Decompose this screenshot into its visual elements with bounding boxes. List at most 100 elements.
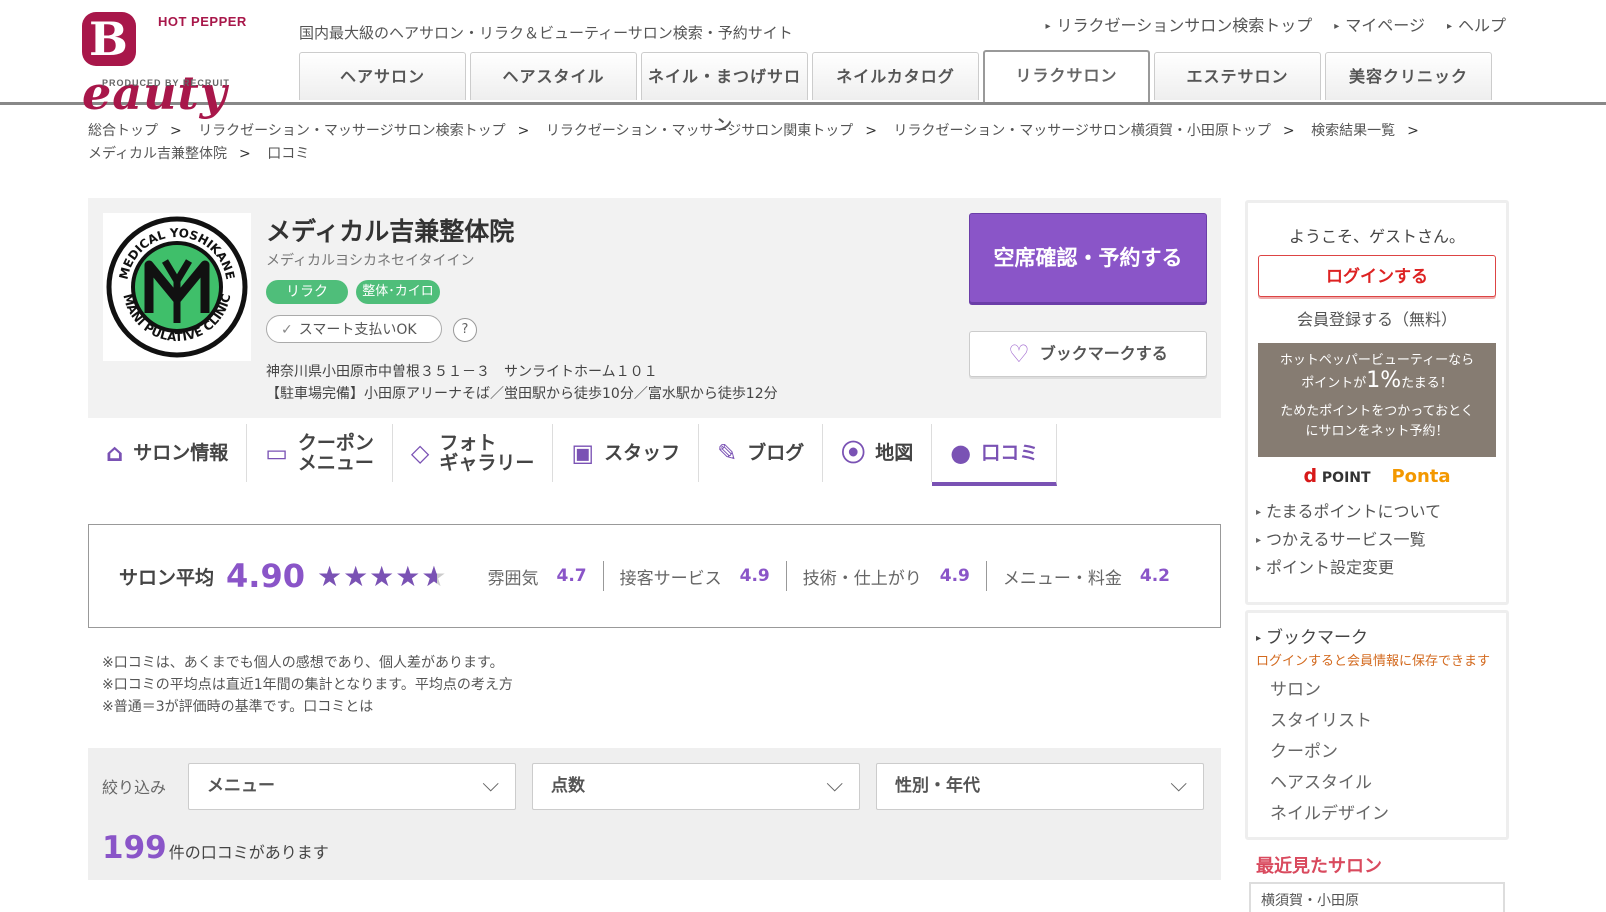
bookmark-item[interactable]: ヘアスタイル [1270,768,1389,799]
pencil-icon: ✎ [717,439,738,467]
star-icon: ★★★★ [316,559,422,593]
subnav-blog[interactable]: ✎ ブログ [699,424,824,482]
point-logos: d POINT Ponta [1303,465,1451,487]
bookmark-item[interactable]: サロン [1270,675,1389,706]
filter-label: 絞り込み [102,778,167,797]
nav-tab-hair-salon[interactable]: ヘアサロン [299,52,466,100]
smart-pay-badge: ✓ スマート支払いOK [266,315,442,343]
bookmark-item[interactable]: ネイルデザイン [1270,799,1389,830]
point-links: たまるポイントについて つかえるサービス一覧 ポイント設定変更 [1256,498,1441,582]
salon-name: メディカル吉兼整体院 [266,217,515,246]
bookmark-item[interactable]: スタイリスト [1270,706,1389,737]
salon-subnav: ⌂ サロン情報 ▭ クーポン メニュー ◇ フォト ギャラリー ▣ スタッフ ✎ ブログ … [88,424,1058,486]
subnav-coupon-menu[interactable]: ▭ クーポン メニュー [247,424,393,482]
crumb-current: 口コミ [267,146,310,162]
photo-icon: ◇ [410,439,430,467]
crumb-link[interactable]: リラクゼーション・マッサージサロン関東トップ [546,123,853,139]
nav-tab-hair-style[interactable]: ヘアスタイル [470,52,637,100]
recent-salons-title: 最近見たサロン [1256,856,1382,877]
bookmark-item[interactable]: クーポン [1270,737,1389,768]
subnav-photo-gallery[interactable]: ◇ フォト ギャラリー [393,424,554,482]
crumb-link[interactable]: リラクゼーション・マッサージサロン横須賀・小田原トップ [893,123,1270,139]
salon-logo: MEDICAL YOSHIKANE MANI PULATIVE CLINIC [103,213,251,361]
main-nav: ヘアサロン ヘアスタイル ネイル・まつげサロン ネイルカタログ リラクサロン エ… [299,50,1492,134]
logo-top-text: HOT PEPPER [158,14,247,29]
site-tagline: 国内最大級のヘアサロン・リラク＆ビューティーサロン検索・予約サイト [299,24,793,42]
rating-service: 接客サービス 4.9 [602,561,786,591]
salon-address: 神奈川県小田原市中曽根３５１－３ サンライトホーム１０１ [266,364,658,380]
chevron-down-icon: ⌵ [826,772,843,797]
subnav-reviews[interactable]: ● 口コミ [932,424,1058,486]
nav-tab-beauty-clinic[interactable]: 美容クリニック [1325,52,1492,100]
top-links: リラクゼーションサロン検索トップ マイページ ヘルプ [1046,12,1506,36]
point-link[interactable]: つかえるサービス一覧 [1256,526,1441,554]
review-count-number: 199 [102,830,167,866]
nav-tab-nail-catalog[interactable]: ネイルカタログ [812,52,979,100]
subnav-map[interactable]: ⦿ 地図 [823,424,933,482]
link-help[interactable]: ヘルプ [1447,12,1506,36]
sidebar-login-box: ようこそ、ゲストさん。 ログインする 会員登録する（無料） ホットペッパービュー… [1245,200,1509,605]
rating-stars: ★★★★★ ★ [317,560,448,593]
register-link[interactable]: 会員登録する（無料） [1248,306,1506,330]
bookmark-button[interactable]: ♡ ブックマークする [969,331,1207,377]
crumb-link[interactable]: メディカル吉兼整体院 [88,146,227,162]
salon-header: MEDICAL YOSHIKANE MANI PULATIVE CLINIC メ… [88,198,1221,418]
filter-score-select[interactable]: 点数 ⌵ [532,763,860,810]
crumb-link[interactable]: 検索結果一覧 [1311,123,1395,139]
point-banner[interactable]: ホットペッパービューティーなら ポイントが1%たまる！ ためたポイントをつかって… [1258,343,1496,457]
tag-seitai-chiro: 整体･カイロ [356,280,440,304]
check-icon: ✓ [281,322,293,338]
review-count: 199 件の口コミがあります [102,830,329,866]
salon-kana: メディカルヨシカネセイタイイン [266,253,475,269]
star-half-icon: ★ ★ [421,559,448,593]
review-filter: 絞り込み メニュー ⌵ 点数 ⌵ 性別・年代 ⌵ 199 件の口コミがあります [88,748,1221,880]
chevron-down-icon: ⌵ [1170,772,1187,797]
logo-produced-text: PRODUCED BY RECRUIT [102,78,230,88]
coupon-icon: ▭ [265,439,288,467]
salon-access: 【駐車場完備】小田原アリーナそば／蛍田駅から徒歩10分／富水駅から徒歩12分 [266,386,778,402]
ponta-logo-icon: Ponta [1391,466,1451,487]
crumb-link[interactable]: リラクゼーション・マッサージサロン検索トップ [198,123,505,139]
note-line[interactable]: ※普通＝3が評価時の基準です。口コミとは [102,696,513,718]
filter-menu-select[interactable]: メニュー ⌵ [188,763,516,810]
tag-relax: リラク [266,280,348,304]
point-link[interactable]: たまるポイントについて [1256,498,1441,526]
login-button[interactable]: ログインする [1258,255,1496,297]
point-link[interactable]: ポイント設定変更 [1256,554,1441,582]
note-line: ※口コミは、あくまでも個人の感想であり、個人差があります。 [102,655,504,671]
subnav-staff[interactable]: ▣ スタッフ [553,424,700,482]
map-pin-icon: ⦿ [841,439,866,467]
bookmark-list: サロン スタイリスト クーポン ヘアスタイル ネイルデザイン [1270,675,1389,830]
sidebar-bookmark-box: ブックマーク ログインすると会員情報に保存できます サロン スタイリスト クーポ… [1245,610,1509,840]
note-line[interactable]: ※口コミの平均点は直近1年間の集計となります。平均点の考え方 [102,674,513,696]
subnav-salon-info[interactable]: ⌂ サロン情報 [88,424,248,482]
nav-tab-esthe-salon[interactable]: エステサロン [1154,52,1321,100]
salon-address-block: 神奈川県小田原市中曽根３５１－３ サンライトホーム１０１ 【駐車場完備】小田原ア… [266,361,778,405]
help-question-icon[interactable]: ? [453,318,477,342]
filter-gender-age-select[interactable]: 性別・年代 ⌵ [876,763,1204,810]
hotpepper-beauty-logo[interactable]: Beauty HOT PEPPER PRODUCED BY RECRUIT [82,12,262,120]
rating-summary: サロン平均 4.90 ★★★★★ ★ 雰囲気 4.7 接客サービス 4.9 技術・仕上… [88,524,1221,628]
speech-bubble-icon: ● [950,439,972,467]
house-icon: ⌂ [106,439,124,467]
link-mypage[interactable]: マイページ [1334,12,1425,36]
reserve-button[interactable]: 空席確認・予約する [969,213,1207,303]
welcome-text: ようこそ、ゲストさん。 [1288,227,1465,246]
bookmark-title[interactable]: ブックマーク [1256,623,1368,648]
breadcrumb: 総合トップ > リラクゼーション・マッサージサロン検索トップ > リラクゼーション・… [88,123,1419,162]
rating-atmosphere: 雰囲気 4.7 [487,566,587,589]
nav-tab-nail-eyelash[interactable]: ネイル・まつげサロン [641,52,808,134]
site-header: Beauty HOT PEPPER PRODUCED BY RECRUIT 国内… [0,0,1606,134]
rating-menu-price: メニュー・料金 4.2 [985,561,1186,591]
recent-salon-area[interactable]: 横須賀・小田原 [1249,882,1505,912]
rating-average-label: サロン平均 [119,566,215,589]
staff-card-icon: ▣ [571,439,595,467]
bookmark-note: ログインすると会員情報に保存できます [1256,654,1491,669]
chevron-down-icon: ⌵ [482,772,499,797]
review-notes: ※口コミは、あくまでも個人の感想であり、個人差があります。 ※口コミの平均点は直… [102,652,513,718]
link-relax-search-top[interactable]: リラクゼーションサロン検索トップ [1046,12,1313,36]
crumb-link[interactable]: 総合トップ [88,123,158,139]
nav-tab-relax-salon[interactable]: リラクサロン [983,50,1150,102]
dpoint-logo-icon: d [1303,465,1318,487]
rating-average-value: 4.90 [226,557,305,595]
